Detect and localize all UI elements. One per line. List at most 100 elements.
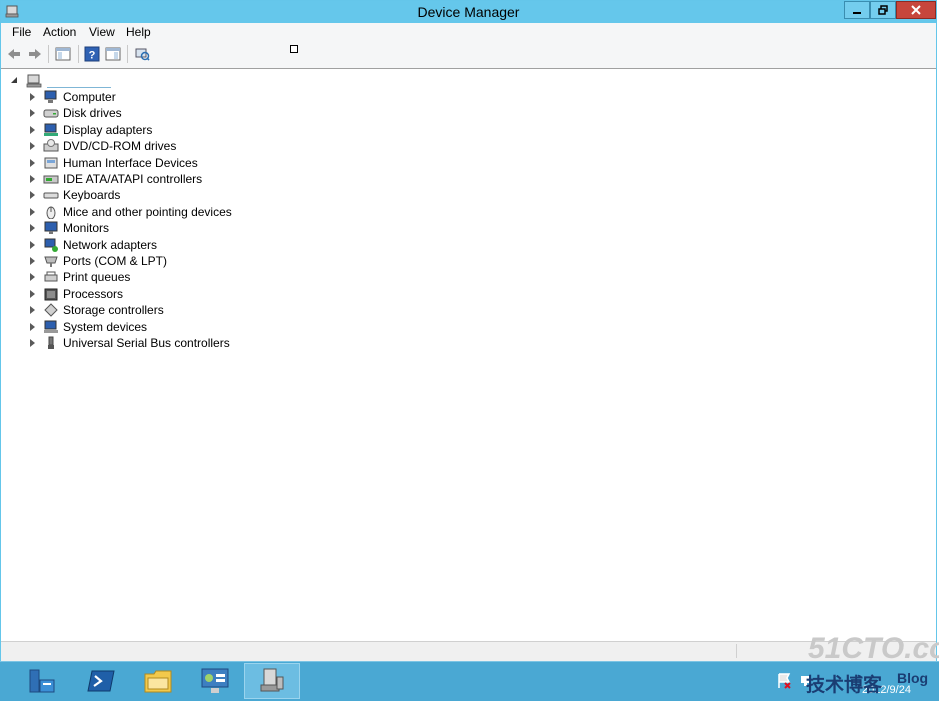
device-manager-task-button[interactable]: [244, 663, 300, 699]
tree-node-storage-controller[interactable]: Storage controllers: [29, 302, 164, 318]
tree-node-display-adapter[interactable]: Display adapters: [29, 122, 152, 138]
file-explorer-button[interactable]: [130, 663, 186, 699]
printer-icon: [44, 271, 58, 282]
hid-icon: [44, 157, 58, 169]
expand-arrow-icon[interactable]: [29, 158, 37, 167]
tree-node-dvd-drive[interactable]: DVD/CD-ROM drives: [29, 138, 176, 154]
usb-icon: [48, 336, 54, 349]
expand-arrow-icon[interactable]: [29, 142, 37, 151]
expand-arrow-icon[interactable]: [29, 257, 37, 265]
tree-node-disk-drive[interactable]: Disk drives: [29, 105, 122, 121]
expand-arrow-icon[interactable]: [29, 93, 37, 101]
window-title: Device Manager: [417, 4, 520, 20]
close-button[interactable]: [896, 1, 936, 19]
file-explorer-icon: [144, 670, 172, 693]
scan-hardware-icon[interactable]: [134, 46, 150, 62]
tree-node-label: Storage controllers: [63, 303, 164, 318]
expand-arrow-icon[interactable]: [29, 322, 37, 331]
server-manager-icon: [29, 669, 55, 693]
close-icon: [911, 5, 921, 15]
restore-button[interactable]: [870, 1, 896, 19]
expand-arrow-icon[interactable]: [29, 224, 37, 233]
tree-node-label: Processors: [63, 286, 124, 301]
tree-node-label: Computer: [63, 90, 116, 104]
tree-node-label: Network adapters: [63, 237, 158, 252]
tree-node-port[interactable]: Ports (COM & LPT): [29, 253, 167, 269]
toolbar-separator: [127, 45, 128, 63]
control-panel-button[interactable]: [187, 663, 243, 699]
menu-help[interactable]: Help: [126, 25, 151, 39]
tree-node-processor[interactable]: Processors: [29, 286, 123, 302]
toolbar-separator: [78, 45, 79, 63]
tree-node-ide-controller[interactable]: IDE ATA/ATAPI controllers: [29, 171, 202, 187]
tree-node-mouse[interactable]: Mice and other pointing devices: [29, 204, 232, 220]
menu-view[interactable]: View: [89, 25, 115, 39]
restore-icon: [878, 5, 888, 15]
taskbar: 2012/9/24 51CTO.com 技术博客 Blog: [0, 632, 939, 701]
tree-node-label: Print queues: [63, 270, 131, 285]
keyboard-icon: [43, 192, 59, 199]
port-icon: [44, 256, 58, 267]
dvd-drive-icon: [43, 139, 59, 152]
title-bar[interactable]: Device Manager: [1, 1, 936, 23]
expand-arrow-icon[interactable]: [29, 289, 37, 298]
tree-node-usb[interactable]: Universal Serial Bus controllers: [29, 335, 230, 351]
back-arrow-icon[interactable]: [6, 46, 22, 62]
server-manager-button[interactable]: [14, 663, 70, 699]
device-manager-icon: [260, 668, 284, 692]
network-adapter-icon: [44, 238, 58, 252]
minimize-button[interactable]: [844, 1, 870, 19]
powershell-button[interactable]: [73, 663, 129, 699]
tree-root[interactable]: [11, 73, 111, 89]
ide-controller-icon: [43, 175, 59, 184]
expand-arrow-icon[interactable]: [29, 125, 37, 134]
expand-arrow-icon[interactable]: [29, 207, 37, 216]
computer-root-icon: [26, 74, 42, 88]
computer-icon: [44, 90, 57, 103]
collapse-icon[interactable]: [11, 77, 19, 85]
device-manager-window: Device Manager File Action View Help ? C…: [0, 0, 937, 661]
tree-node-network-adapter[interactable]: Network adapters: [29, 237, 157, 253]
monitor-icon: [44, 221, 58, 235]
device-tree: Computer Disk drives Display adapters DVD/C…: [1, 69, 936, 641]
action-center-flag-icon[interactable]: [776, 670, 792, 692]
tree-root-label: [47, 75, 111, 88]
forward-arrow-icon[interactable]: [27, 46, 43, 62]
tree-node-label: DVD/CD-ROM drives: [63, 139, 177, 154]
tree-node-label: IDE ATA/ATAPI controllers: [63, 172, 203, 186]
expand-arrow-icon[interactable]: [29, 240, 37, 249]
tree-node-label: Human Interface Devices: [63, 155, 198, 170]
menu-file[interactable]: File: [12, 25, 31, 39]
help-icon[interactable]: ?: [84, 46, 100, 62]
expand-arrow-icon[interactable]: [29, 339, 37, 347]
minimize-icon: [853, 12, 861, 14]
disk-drive-icon: [43, 109, 59, 118]
svg-text:?: ?: [89, 50, 96, 62]
watermark-line3: Blog: [897, 670, 929, 686]
display-adapter-icon: [44, 123, 58, 136]
tree-node-hid[interactable]: Human Interface Devices: [29, 155, 198, 171]
tree-node-label: Disk drives: [63, 106, 122, 121]
cursor-marker: [290, 45, 298, 53]
properties-pane-icon[interactable]: [105, 46, 121, 62]
tree-node-label: Ports (COM & LPT): [63, 254, 168, 268]
processor-icon: [44, 288, 58, 301]
expand-arrow-icon[interactable]: [29, 191, 37, 200]
tree-node-label: Monitors: [63, 221, 110, 236]
tree-node-label: Universal Serial Bus controllers: [63, 336, 230, 350]
tree-node-printer[interactable]: Print queues: [29, 269, 130, 285]
watermark-site: 51CTO.com: [808, 632, 939, 665]
watermark-line2: 技术博客: [806, 675, 883, 696]
tree-node-system-device[interactable]: System devices: [29, 319, 147, 335]
show-hide-console-tree-icon[interactable]: [55, 46, 71, 62]
expand-arrow-icon[interactable]: [29, 273, 37, 282]
tree-node-keyboard[interactable]: Keyboards: [29, 187, 120, 203]
tree-node-monitor[interactable]: Monitors: [29, 220, 109, 236]
toolbar: ?: [1, 41, 936, 69]
expand-arrow-icon[interactable]: [29, 175, 37, 183]
expand-arrow-icon[interactable]: [29, 109, 37, 118]
tree-node-computer[interactable]: Computer: [29, 89, 116, 105]
menu-action[interactable]: Action: [43, 25, 76, 39]
expand-arrow-icon[interactable]: [29, 306, 37, 315]
tree-node-label: System devices: [63, 319, 148, 334]
